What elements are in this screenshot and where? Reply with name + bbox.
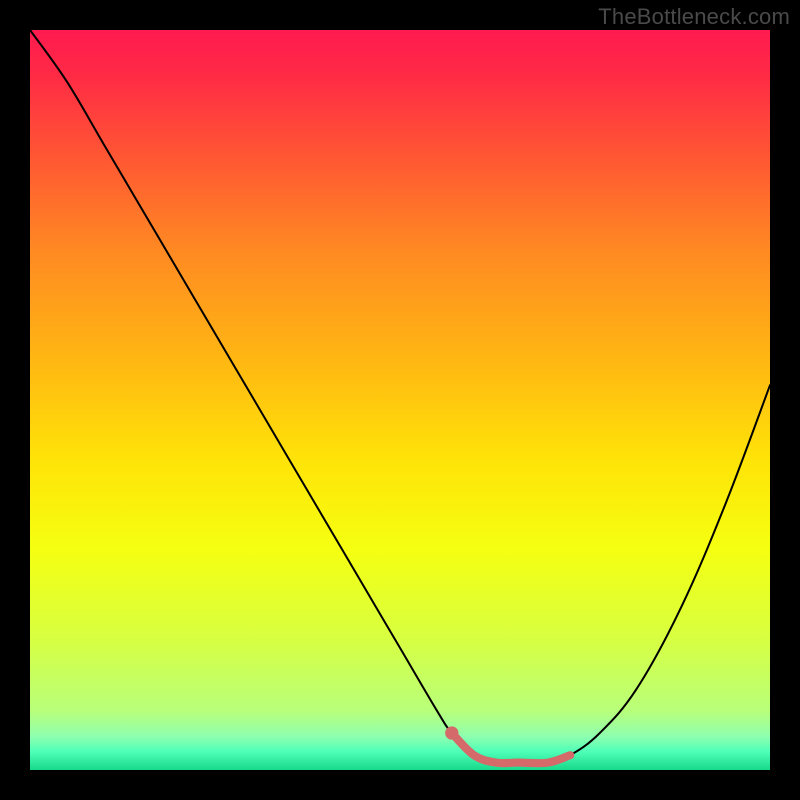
watermark-label: TheBottleneck.com xyxy=(598,4,790,30)
bottleneck-chart xyxy=(0,0,800,800)
chart-frame: TheBottleneck.com xyxy=(0,0,800,800)
optimal-range-start-dot xyxy=(445,726,458,739)
plot-background xyxy=(30,30,770,770)
